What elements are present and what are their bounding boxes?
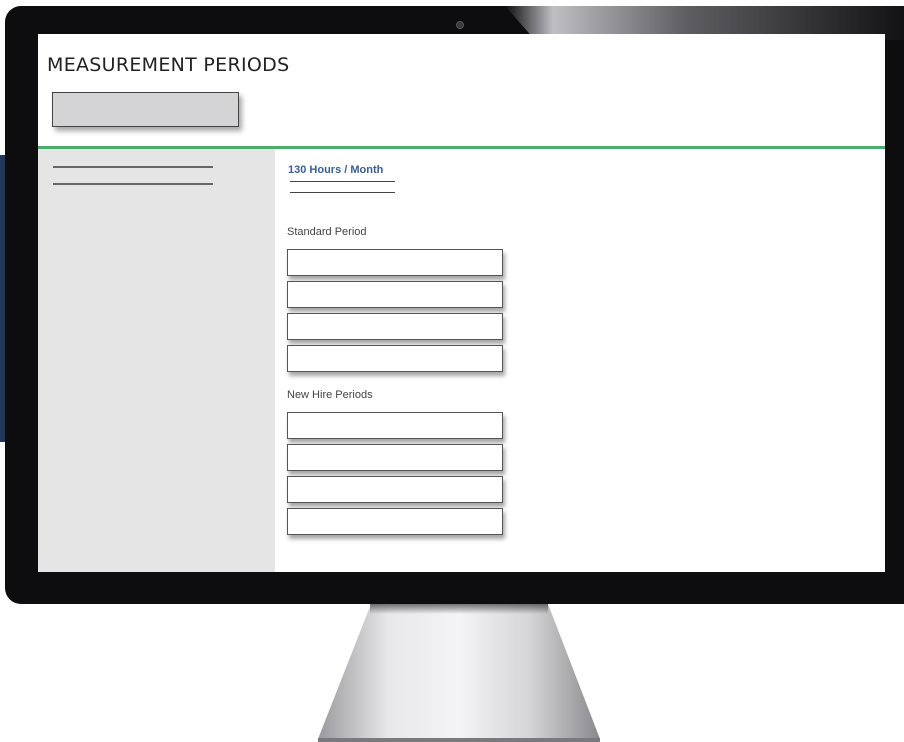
new-hire-period-field[interactable] <box>287 508 503 535</box>
monitor: MEASUREMENT PERIODS 130 Hours / Month St… <box>5 6 904 604</box>
standard-period-field[interactable] <box>287 281 503 308</box>
header-action-button[interactable] <box>52 92 239 127</box>
monitor-stand-shadow <box>370 604 548 614</box>
subtitle-underline <box>290 181 395 182</box>
app-screen: MEASUREMENT PERIODS 130 Hours / Month St… <box>38 34 885 572</box>
sidebar-item-placeholder[interactable] <box>53 166 213 168</box>
sidebar <box>38 149 275 572</box>
standard-period-field[interactable] <box>287 345 503 372</box>
standard-period-field[interactable] <box>287 313 503 340</box>
main-content: 130 Hours / Month Standard Period New Hi… <box>275 149 885 572</box>
new-hire-period-field[interactable] <box>287 476 503 503</box>
page-title: MEASUREMENT PERIODS <box>47 54 290 76</box>
subtitle-underline <box>290 192 395 193</box>
monitor-stand <box>318 604 600 739</box>
new-hire-period-field[interactable] <box>287 412 503 439</box>
monitor-stand-base <box>318 738 600 742</box>
section-subtitle: 130 Hours / Month <box>288 164 384 176</box>
camera-icon <box>456 21 464 29</box>
new-hire-periods-label: New Hire Periods <box>287 389 373 401</box>
standard-period-field[interactable] <box>287 249 503 276</box>
new-hire-period-field[interactable] <box>287 444 503 471</box>
standard-period-label: Standard Period <box>287 226 367 238</box>
page-header: MEASUREMENT PERIODS <box>38 34 885 149</box>
sidebar-item-placeholder[interactable] <box>53 183 213 185</box>
